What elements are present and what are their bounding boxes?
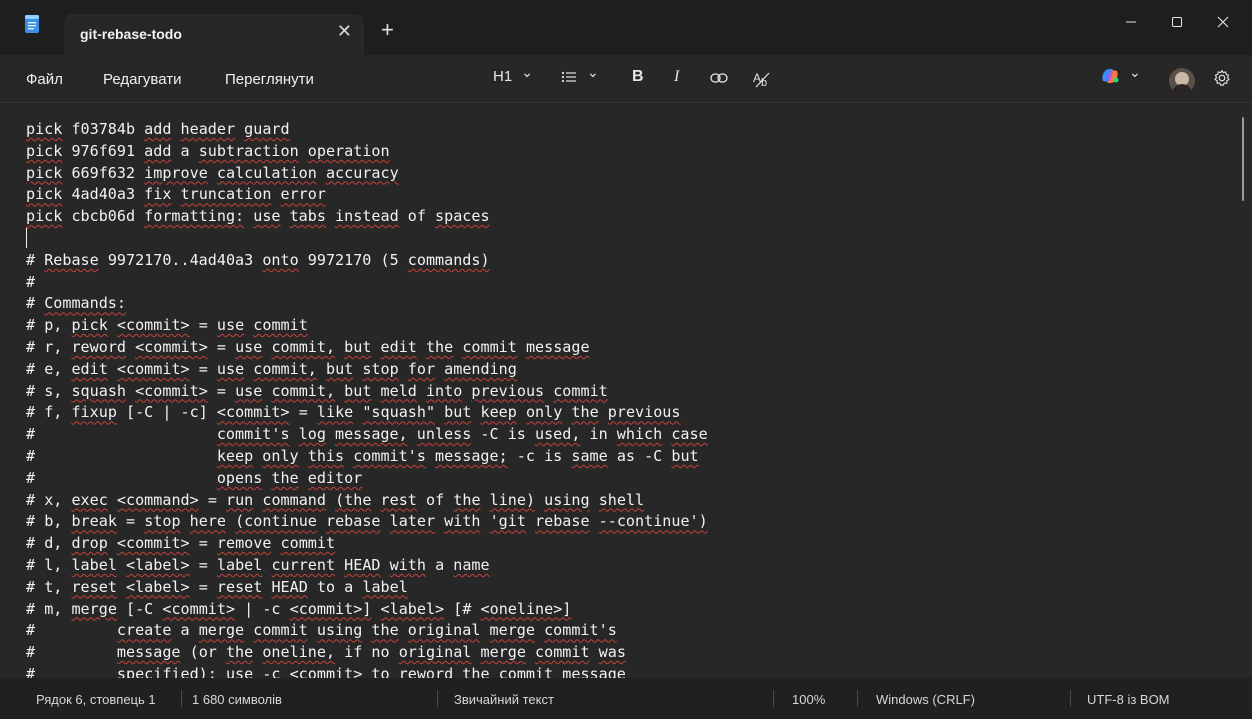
editor-line[interactable]: # (26, 272, 708, 294)
link-icon (710, 73, 728, 83)
status-divider (857, 690, 858, 707)
editor-line[interactable]: # s, squash <commit> = use commit, but m… (26, 381, 708, 403)
chevron-down-icon: ⌄ (587, 64, 599, 80)
status-divider (181, 690, 182, 707)
text-editor[interactable]: pick f03784b add header guard pick 976f69… (0, 103, 1252, 678)
editor-line[interactable]: # specified); use -c <commit> to reword … (26, 664, 708, 678)
status-divider (437, 690, 438, 707)
editor-line[interactable]: # m, merge [-C <commit> | -c <commit>] <… (26, 599, 708, 621)
editor-line[interactable]: # l, label <label> = label current HEAD … (26, 555, 708, 577)
menu-view[interactable]: Переглянути (225, 71, 314, 88)
editor-line[interactable]: # t, reset <label> = reset HEAD to a lab… (26, 577, 708, 599)
editor-line[interactable]: # create a merge commit using the origin… (26, 620, 708, 642)
editor-content[interactable]: pick f03784b add header guard pick 976f69… (26, 119, 708, 678)
editor-line[interactable]: # d, drop <commit> = remove commit (26, 533, 708, 555)
editor-line[interactable]: # keep only this commit's message; -c is… (26, 446, 708, 468)
close-icon (1217, 16, 1229, 28)
vertical-scrollbar[interactable] (1242, 117, 1244, 201)
document-tab[interactable]: git-rebase-todo ✕ (64, 14, 364, 55)
editor-line[interactable]: # e, edit <commit> = use commit, but sto… (26, 359, 708, 381)
menu-bar: Файл Редагувати Переглянути H1 ⌄ ⌄ B I A… (0, 55, 1252, 103)
list-icon (561, 71, 576, 82)
editor-line[interactable]: pick f03784b add header guard (26, 119, 708, 141)
status-divider (1070, 690, 1071, 707)
title-bar: git-rebase-todo ✕ + (0, 0, 1252, 55)
copilot-icon (1102, 69, 1119, 83)
editor-line[interactable]: # b, break = stop here (continue rebase … (26, 511, 708, 533)
menu-file[interactable]: Файл (26, 71, 63, 88)
editor-line[interactable]: pick 4ad40a3 fix truncation error (26, 184, 708, 206)
editor-line[interactable]: # Rebase 9972170..4ad40a3 onto 9972170 (… (26, 250, 708, 272)
close-window-button[interactable] (1200, 0, 1246, 44)
maximize-icon (1172, 17, 1182, 27)
text-mode[interactable]: Звичайний текст (454, 692, 554, 707)
settings-button[interactable] (1213, 69, 1231, 87)
spellcheck-icon: A b (753, 71, 770, 89)
editor-line[interactable]: # x, exec <command> = run command (the r… (26, 490, 708, 512)
editor-line[interactable]: # Commands: (26, 293, 708, 315)
line-endings[interactable]: Windows (CRLF) (876, 692, 975, 707)
editor-line[interactable]: # opens the editor (26, 468, 708, 490)
notepad-app-icon (25, 15, 39, 33)
text-caret (26, 227, 27, 248)
gear-icon (1214, 69, 1230, 86)
link-button[interactable] (710, 72, 728, 84)
menu-edit[interactable]: Редагувати (103, 71, 182, 88)
editor-line[interactable] (26, 227, 708, 250)
chevron-down-icon: ⌄ (521, 64, 533, 80)
new-tab-button[interactable]: + (381, 18, 394, 42)
editor-line[interactable]: pick 669f632 improve calculation accurac… (26, 163, 708, 185)
minimize-button[interactable] (1108, 0, 1154, 44)
cursor-position: Рядок 6, стовпець 1 (36, 692, 156, 707)
status-bar: Рядок 6, стовпець 1 1 680 символів Звича… (0, 678, 1252, 719)
encoding[interactable]: UTF-8 із BOM (1087, 692, 1170, 707)
editor-line[interactable]: # commit's log message, unless -C is use… (26, 424, 708, 446)
char-count: 1 680 символів (192, 692, 282, 707)
chevron-down-icon: ⌄ (1129, 63, 1141, 80)
editor-line[interactable]: pick 976f691 add a subtraction operation (26, 141, 708, 163)
zoom-level[interactable]: 100% (792, 692, 825, 707)
editor-line[interactable]: # f, fixup [-C | -c] <commit> = like "sq… (26, 402, 708, 424)
status-divider (773, 690, 774, 707)
italic-button[interactable]: I (674, 68, 679, 86)
copilot-dropdown[interactable]: ⌄ (1099, 63, 1141, 86)
heading-dropdown[interactable]: H1 ⌄ (493, 64, 533, 85)
minimize-icon (1126, 21, 1136, 23)
editor-line[interactable]: # message (or the oneline, if no origina… (26, 642, 708, 664)
editor-line[interactable]: pick cbcb06d formatting: use tabs instea… (26, 206, 708, 228)
spellcheck-button[interactable]: A b (752, 69, 772, 89)
bold-button[interactable]: B (632, 68, 644, 86)
close-tab-icon[interactable]: ✕ (337, 21, 352, 42)
tab-title: git-rebase-todo (80, 26, 182, 42)
avatar[interactable] (1169, 68, 1195, 94)
heading-label: H1 (493, 68, 513, 85)
editor-line[interactable]: # r, reword <commit> = use commit, but e… (26, 337, 708, 359)
maximize-button[interactable] (1154, 0, 1200, 44)
list-dropdown[interactable]: ⌄ (561, 64, 599, 85)
editor-line[interactable]: # p, pick <commit> = use commit (26, 315, 708, 337)
